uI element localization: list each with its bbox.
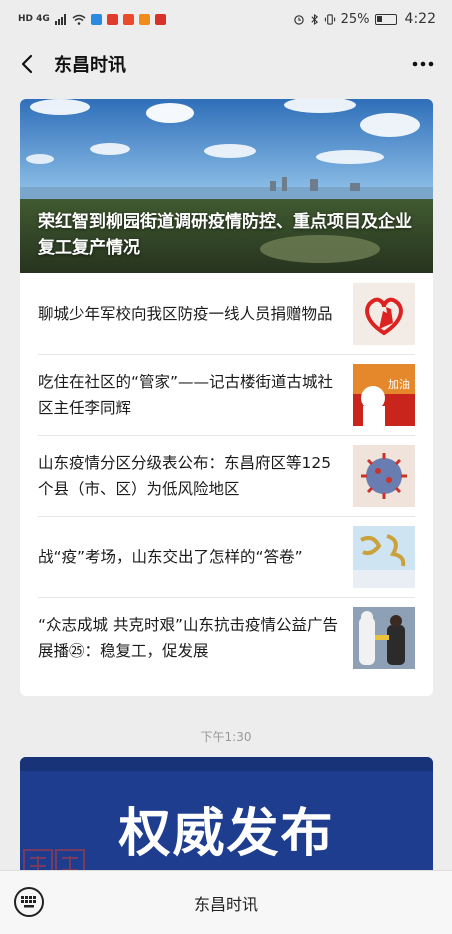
app-notification-icon	[154, 13, 166, 25]
status-left: HD 4G	[18, 13, 166, 25]
wifi-icon	[72, 14, 86, 25]
chevron-left-icon[interactable]	[16, 53, 38, 75]
app-notification-icon	[122, 13, 134, 25]
nav-header: 东昌时讯	[0, 38, 452, 90]
heart-hand-icon	[353, 282, 415, 345]
status-right: 25% 4:22	[293, 11, 436, 27]
hero-title: 荣红智到柳园街道调研疫情防控、重点项目及企业复工复产情况	[38, 212, 412, 258]
workers-photo-icon	[353, 606, 415, 669]
alarm-icon	[293, 14, 304, 25]
article-card: 荣红智到柳园街道调研疫情防控、重点项目及企业复工复产情况 聊城少年军校向我区防疫…	[20, 99, 433, 696]
article-list: 聊城少年军校向我区防疫一线人员捐赠物品 吃住在社区的“管家”——记古楼街道古城社…	[20, 273, 433, 678]
article-title: 山东疫情分区分级表公布：东昌府区等125个县（市、区）为低风险地区	[38, 453, 332, 498]
article-item[interactable]: “众志成城 共克时艰”山东抗击疫情公益广告展播㉕：稳复工，促发展	[20, 597, 433, 678]
calligraphy-icon	[353, 525, 415, 588]
vibrate-icon	[324, 13, 335, 25]
article-item[interactable]: 战“疫”考场，山东交出了怎样的“答卷”	[20, 516, 433, 597]
bottom-bar: 东昌时讯	[0, 870, 452, 934]
signal-icon	[54, 13, 66, 25]
keyboard-icon[interactable]	[14, 887, 44, 917]
app-notification-icon	[106, 13, 118, 25]
battery-icon	[374, 13, 397, 25]
battery-percent: 25%	[340, 11, 370, 27]
article-item[interactable]: 吃住在社区的“管家”——记古楼街道古城社区主任李同辉 加油	[20, 354, 433, 435]
article-title: 聊城少年军校向我区防疫一线人员捐赠物品	[38, 304, 333, 323]
network-indicator: HD 4G	[18, 14, 50, 24]
hero-article[interactable]: 荣红智到柳园街道调研疫情防控、重点项目及企业复工复产情况	[20, 99, 433, 273]
status-bar: HD 4G 25% 4:22	[0, 0, 452, 38]
account-name[interactable]: 东昌时讯	[194, 891, 258, 915]
more-dots-icon[interactable]	[410, 53, 436, 75]
page-title: 东昌时讯	[54, 55, 126, 76]
clock: 4:22	[404, 11, 436, 27]
article-title: 战“疫”考场，山东交出了怎样的“答卷”	[38, 547, 303, 566]
article-item[interactable]: 聊城少年军校向我区防疫一线人员捐赠物品	[20, 273, 433, 354]
article-item[interactable]: 山东疫情分区分级表公布：东昌府区等125个县（市、区）为低风险地区	[20, 435, 433, 516]
app-notification-icon	[90, 13, 102, 25]
virus-icon	[353, 444, 415, 507]
svg-text:加油: 加油	[388, 377, 410, 391]
article-title: “众志成城 共克时艰”山东抗击疫情公益广告展播㉕：稳复工，促发展	[38, 615, 338, 660]
banner-strip	[20, 757, 433, 771]
message-timestamp: 下午1:30	[200, 730, 252, 744]
bluetooth-icon	[311, 13, 318, 25]
article-title: 吃住在社区的“管家”——记古楼街道古城社区主任李同辉	[38, 372, 334, 417]
app-notification-icon	[138, 13, 150, 25]
doctor-cheer-icon: 加油	[353, 363, 415, 426]
